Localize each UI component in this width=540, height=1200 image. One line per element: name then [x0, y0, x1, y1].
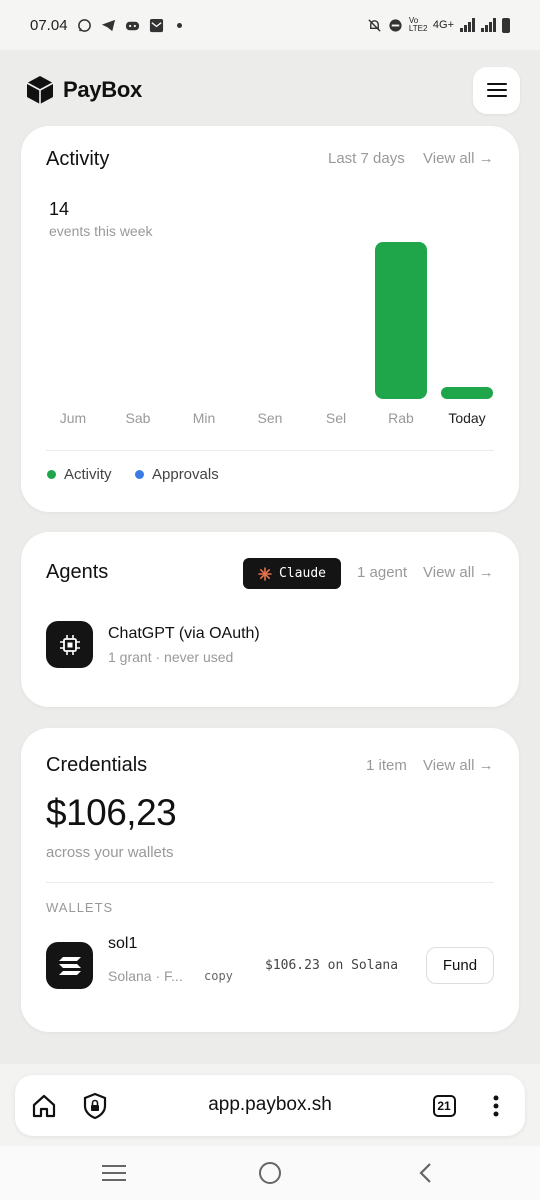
chip-icon [59, 634, 80, 655]
legend-label-approvals: Approvals [152, 466, 219, 483]
chevron-left-icon [419, 1163, 431, 1183]
agents-title: Agents [46, 561, 109, 583]
discord-icon [125, 21, 139, 30]
battery-icon [502, 17, 510, 33]
activity-bar-rab [375, 242, 427, 399]
activity-title: Activity [46, 148, 110, 170]
signal-icon [460, 18, 475, 32]
day-label-sen: Sen [257, 410, 283, 426]
tab-switcher-button[interactable]: 21 [430, 1092, 458, 1120]
total-balance-label: across your wallets [46, 844, 174, 861]
events-label: events this week [49, 223, 153, 239]
dnd-icon [389, 18, 402, 32]
wallet-balance: $106.23 on Solana [265, 958, 399, 973]
brand-logo[interactable]: PayBox [26, 75, 142, 105]
system-nav-bar [0, 1146, 540, 1200]
browser-toolbar: app.paybox.sh 21 [15, 1075, 525, 1136]
home-nav-button[interactable] [255, 1160, 285, 1186]
agent-sub: 1 grant · never used [108, 649, 234, 665]
circle-home-icon [259, 1162, 281, 1184]
mail-icon [149, 18, 163, 32]
legend-item-approvals: Approvals [135, 466, 219, 483]
credentials-count: 1 item [366, 757, 407, 774]
activity-range[interactable]: Last 7 days [328, 150, 405, 167]
network-label: 4G+ [432, 19, 454, 31]
solana-icon [58, 956, 81, 975]
recents-button[interactable] [99, 1160, 129, 1186]
status-time: 07.04 [30, 16, 68, 34]
paybox-logo-icon [26, 76, 54, 104]
wallet-sub: Solana · F... [108, 968, 183, 984]
mute-icon [368, 18, 381, 32]
events-count: 14 [49, 199, 70, 219]
credentials-divider [46, 882, 494, 883]
fund-button[interactable]: Fund [426, 947, 494, 984]
day-label-today: Today [448, 410, 486, 426]
signal-icon-2 [481, 18, 496, 32]
activity-card: Activity Last 7 days View all → 14 event… [21, 126, 519, 512]
telegram-icon [101, 19, 115, 31]
day-label-min: Min [192, 410, 216, 426]
whatsapp-icon [77, 18, 91, 32]
status-bar: 07.04 Vo LTE2 4G+ [0, 0, 540, 50]
app-header: PayBox [0, 50, 540, 130]
day-label-rab: Rab [388, 410, 414, 426]
tab-count: 21 [432, 1095, 456, 1117]
agents-count: 1 agent [357, 564, 408, 581]
claude-spark-icon [258, 566, 272, 581]
agent-tile [46, 621, 93, 668]
agents-card: Agents Claude 1 agent View all → ChatGPT… [21, 532, 519, 707]
agents-view-all-link[interactable]: View all → [423, 564, 494, 581]
activity-divider [46, 450, 494, 451]
hamburger-icon [486, 83, 507, 97]
activity-view-all-link[interactable]: View all → [423, 150, 494, 167]
credentials-title: Credentials [46, 754, 148, 776]
more-notifications-icon [176, 22, 182, 28]
day-label-sel: Sel [325, 410, 347, 426]
wallet-name: sol1 [108, 935, 138, 952]
more-vertical-icon [493, 1095, 499, 1117]
claude-badge[interactable]: Claude [243, 558, 341, 589]
credentials-card: Credentials 1 item View all → $106,23 ac… [21, 728, 519, 1032]
legend-dot-approvals [135, 470, 144, 479]
day-label-jum: Jum [59, 410, 87, 426]
wallet-tile [46, 942, 93, 989]
wallets-section-label: WALLETS [46, 900, 114, 915]
agent-name: ChatGPT (via OAuth) [108, 625, 260, 642]
brand-name: PayBox [63, 77, 142, 102]
back-button[interactable] [410, 1160, 440, 1186]
legend-item-activity: Activity [47, 466, 112, 483]
menu-button[interactable] [473, 66, 520, 114]
legend-label-activity: Activity [64, 466, 112, 483]
day-label-sab: Sab [125, 410, 151, 426]
recents-icon [102, 1165, 126, 1181]
credentials-view-all-link[interactable]: View all → [423, 757, 494, 774]
volte-label: Vo LTE2 [408, 16, 428, 33]
activity-bar-today [441, 386, 493, 399]
total-balance: $106,23 [46, 792, 177, 833]
browser-menu-button[interactable] [482, 1092, 510, 1120]
claude-badge-label: Claude [279, 566, 326, 581]
copy-address-button[interactable]: copy [204, 969, 233, 983]
legend-dot-activity [47, 470, 56, 479]
